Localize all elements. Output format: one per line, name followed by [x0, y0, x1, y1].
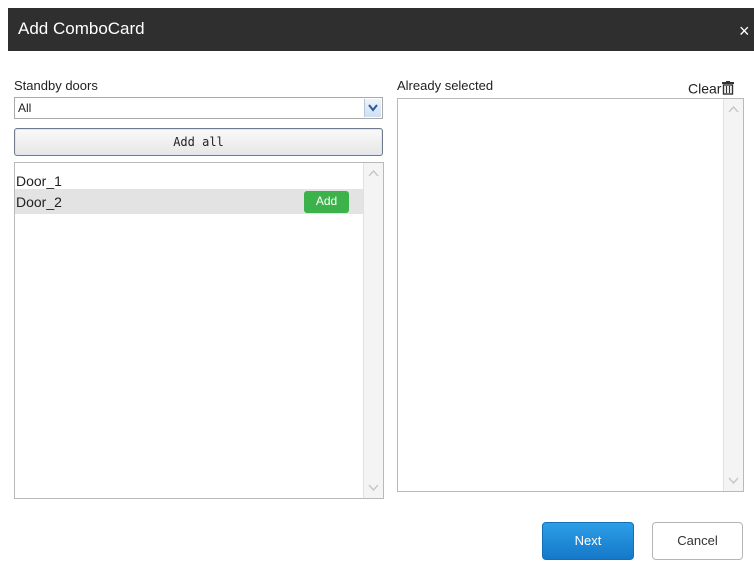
- door-name: Door_1: [16, 173, 62, 189]
- standby-doors-list: Door_1 Door_2 Add: [14, 162, 384, 499]
- cancel-button[interactable]: Cancel: [652, 522, 743, 560]
- next-button[interactable]: Next: [542, 522, 634, 560]
- close-icon[interactable]: ×: [739, 22, 750, 40]
- add-door-button[interactable]: Add: [304, 191, 349, 213]
- door-filter-select[interactable]: All: [14, 97, 383, 119]
- dialog-titlebar: Add ComboCard ×: [8, 8, 754, 51]
- dialog-title: Add ComboCard: [18, 19, 145, 38]
- door-filter-value: All: [18, 101, 32, 115]
- door-name: Door_2: [16, 194, 62, 210]
- standby-list-scrollbar[interactable]: [363, 163, 383, 498]
- selected-list-scrollbar[interactable]: [723, 99, 743, 491]
- clear-label: Clear: [688, 80, 722, 97]
- scroll-up-icon[interactable]: [366, 166, 381, 181]
- add-all-button[interactable]: Add all: [14, 128, 383, 156]
- standby-doors-label: Standby doors: [14, 78, 98, 93]
- already-selected-label: Already selected: [397, 78, 494, 93]
- door-list-item[interactable]: Door_2 Add: [15, 189, 363, 214]
- scroll-down-icon[interactable]: [726, 473, 741, 488]
- dropdown-arrow-icon[interactable]: [364, 99, 381, 117]
- scroll-down-icon[interactable]: [366, 480, 381, 495]
- trash-icon: [722, 81, 735, 95]
- clear-button[interactable]: Clear: [688, 79, 735, 97]
- selected-doors-list: [397, 98, 744, 492]
- scroll-up-icon[interactable]: [726, 102, 741, 117]
